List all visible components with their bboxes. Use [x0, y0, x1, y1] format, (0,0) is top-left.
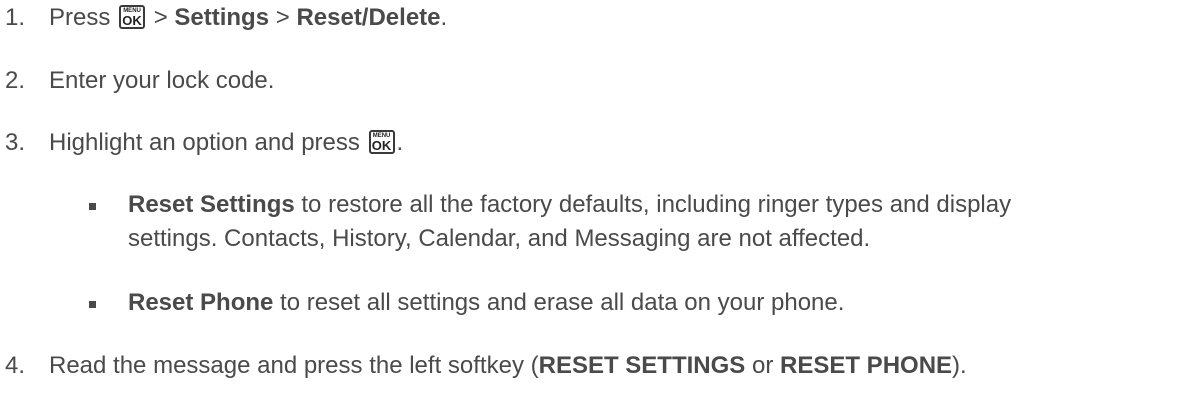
step-number: 1. — [5, 4, 26, 31]
step-text: Highlight an option and press — [49, 129, 360, 156]
reset-phone-term: RESET PHONE — [780, 352, 953, 379]
reset-settings-term: RESET SETTINGS — [538, 352, 746, 379]
option-description: to restore all the factory defaults, inc… — [301, 191, 1012, 218]
separator: > — [275, 4, 290, 31]
step-number: 3. — [5, 129, 26, 156]
step-3: 3. Highlight an option and press MENU OK. — [5, 129, 404, 156]
option-title: Reset Settings — [128, 191, 295, 218]
settings-term: Settings — [174, 4, 270, 31]
menu-ok-key-icon: MENU OK — [368, 130, 395, 154]
separator: > — [153, 4, 168, 31]
bullet-icon — [89, 301, 96, 308]
step-2: 2. Enter your lock code. — [5, 66, 274, 96]
step-number: 2. — [5, 67, 26, 94]
step-4: 4. Read the message and press the left so… — [5, 352, 967, 379]
step-text: Press — [49, 4, 111, 31]
reset-delete-term: Reset/Delete — [296, 4, 441, 31]
step-text: Enter your lock code. — [49, 67, 275, 94]
step-number: 4. — [5, 352, 26, 379]
step-text: Read the message and press the left soft… — [49, 352, 539, 379]
option-title: Reset Phone — [128, 289, 274, 316]
menu-ok-key-icon: MENU OK — [119, 5, 146, 29]
bullet-icon — [89, 203, 96, 210]
step-1: 1. Press MENU OK > Settings > Reset/Delete… — [5, 4, 448, 31]
option-description: to reset all settings and erase all data… — [280, 289, 845, 316]
option-description-cont: settings. Contacts, History, Calendar, a… — [128, 225, 871, 252]
